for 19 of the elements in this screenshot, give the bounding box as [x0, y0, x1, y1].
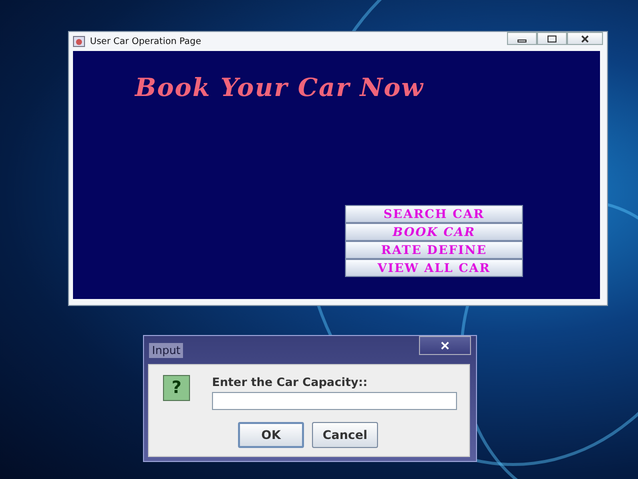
- app-icon: [73, 36, 85, 47]
- menu-button[interactable]: BOOK CAR: [345, 223, 523, 241]
- menu-button[interactable]: RATE DEFINE: [345, 241, 523, 259]
- maximize-button[interactable]: [537, 32, 567, 45]
- close-button[interactable]: [567, 32, 603, 45]
- menu-button[interactable]: SEARCH CAR: [345, 205, 523, 223]
- page-heading: Book Your Car Now: [135, 73, 424, 102]
- menu-button[interactable]: VIEW ALL CAR: [345, 259, 523, 277]
- prompt-label: Enter the Car Capacity::: [212, 375, 369, 389]
- close-button[interactable]: ✕: [419, 336, 471, 355]
- dialog-title: Input: [149, 342, 184, 358]
- question-icon: ?: [163, 375, 190, 401]
- input-field[interactable]: [212, 392, 457, 410]
- ok-button[interactable]: OK: [238, 422, 304, 448]
- minimize-button[interactable]: [507, 32, 537, 45]
- cancel-button[interactable]: Cancel: [312, 422, 378, 448]
- window-title: User Car Operation Page: [90, 36, 202, 46]
- maximize-icon: [547, 34, 557, 42]
- close-icon: [580, 34, 590, 42]
